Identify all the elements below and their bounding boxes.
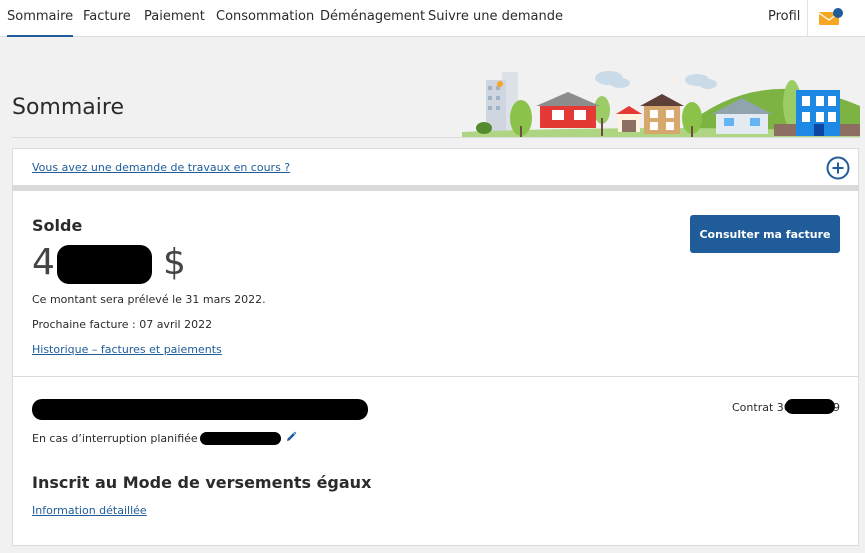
equal-payments-title: Inscrit au Mode de versements égaux: [32, 473, 372, 492]
nav-tab-sommaire[interactable]: Sommaire: [7, 9, 74, 37]
nav-tab-consommation[interactable]: Consommation: [216, 9, 314, 24]
nav-profil-link[interactable]: Profil: [768, 9, 800, 24]
history-link[interactable]: Historique – factures et paiements: [32, 343, 222, 356]
balance-amount-prefix: 4: [32, 242, 55, 283]
redacted-amount: [57, 245, 152, 284]
title-divider: [12, 137, 860, 138]
nav-tab-demenagement[interactable]: Déménagement: [320, 9, 425, 24]
account-summary-card: Solde 4 $ Ce montant sera prélevé le 31 …: [12, 191, 859, 546]
next-bill-date: Prochaine facture : 07 avril 2022: [32, 318, 213, 331]
redacted-phone: [200, 432, 281, 445]
envelope-notification-icon[interactable]: [819, 8, 843, 26]
top-navigation: Sommaire Facture Paiement Consommation D…: [0, 0, 865, 37]
nav-tab-suivre-demande[interactable]: Suivre une demande: [428, 9, 563, 24]
work-request-card: Vous avez une demande de travaux en cour…: [12, 148, 859, 186]
nav-divider: [807, 0, 808, 37]
nav-tab-facture[interactable]: Facture: [83, 9, 131, 24]
card-divider: [13, 376, 858, 377]
consult-bill-button[interactable]: Consulter ma facture: [690, 215, 840, 253]
redacted-contract-number: [785, 399, 835, 414]
balance-label: Solde: [32, 216, 83, 235]
contract-number-suffix: 9: [833, 401, 840, 414]
pencil-icon[interactable]: [285, 431, 297, 443]
withdrawal-note: Ce montant sera prélevé le 31 mars 2022.: [32, 293, 266, 306]
neighborhood-illustration: [462, 71, 860, 138]
plus-circle-icon[interactable]: [826, 156, 850, 180]
detailed-information-link[interactable]: Information détaillée: [32, 504, 147, 517]
page-title: Sommaire: [12, 95, 124, 120]
balance-currency: $: [163, 242, 186, 283]
contract-number-prefix: Contrat 30: [732, 401, 791, 414]
work-request-link[interactable]: Vous avez une demande de travaux en cour…: [32, 161, 290, 174]
interruption-label: En cas d’interruption planifiée :: [32, 432, 205, 445]
nav-tab-paiement[interactable]: Paiement: [144, 9, 205, 24]
redacted-address: [32, 399, 368, 420]
